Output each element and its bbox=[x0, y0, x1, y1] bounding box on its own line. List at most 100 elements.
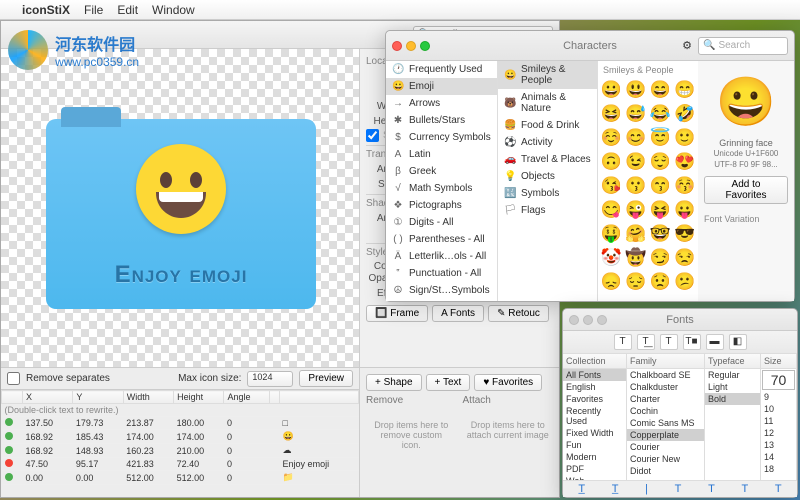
list-item[interactable]: Comic Sans MS bbox=[627, 417, 704, 429]
font-bottom-button[interactable]: T̲ bbox=[578, 483, 585, 495]
category-item[interactable]: ( )Parentheses - All bbox=[386, 231, 497, 248]
table-header[interactable]: Height bbox=[174, 391, 224, 404]
retouch-button[interactable]: ✎ Retouc bbox=[488, 305, 549, 322]
canvas[interactable]: Enjoy emoji bbox=[1, 49, 359, 367]
list-item[interactable]: Cochin bbox=[627, 405, 704, 417]
menu-window[interactable]: Window bbox=[152, 3, 195, 17]
list-item[interactable]: 14 bbox=[761, 451, 796, 463]
font-bottom-button[interactable]: T̲ bbox=[612, 483, 619, 495]
table-row[interactable]: 137.50179.73213.87180.000□ bbox=[2, 417, 359, 430]
list-item[interactable]: 12 bbox=[761, 427, 796, 439]
emoji-cell[interactable]: 🤡 bbox=[599, 246, 624, 270]
emoji-cell[interactable]: 😃 bbox=[624, 78, 649, 102]
emoji-cell[interactable]: 🙃 bbox=[599, 150, 624, 174]
list-item[interactable]: Bold bbox=[705, 393, 760, 405]
font-bottom-button[interactable]: T bbox=[741, 483, 748, 495]
frame-button[interactable]: 🔲 Frame bbox=[366, 305, 428, 322]
list-item[interactable]: Chalkboard SE bbox=[627, 369, 704, 381]
table-header[interactable] bbox=[269, 391, 280, 404]
list-item[interactable]: Favorites bbox=[563, 393, 626, 405]
menu-edit[interactable]: Edit bbox=[117, 3, 138, 17]
fonts-button[interactable]: A Fonts bbox=[432, 305, 484, 322]
menu-file[interactable]: File bbox=[84, 3, 103, 17]
subcategory-item[interactable]: 🚗Travel & Places bbox=[498, 151, 597, 168]
emoji-cell[interactable]: 😄 bbox=[648, 78, 673, 102]
font-tool-button[interactable]: T■ bbox=[683, 334, 701, 350]
text-layer[interactable]: Enjoy emoji bbox=[46, 261, 316, 289]
add-text-button[interactable]: + Text bbox=[426, 374, 471, 391]
emoji-cell[interactable]: 😞 bbox=[599, 270, 624, 294]
table-header[interactable]: Width bbox=[123, 391, 173, 404]
emoji-cell[interactable]: 😔 bbox=[624, 270, 649, 294]
category-item[interactable]: ☮Sign/St…Symbols bbox=[386, 282, 497, 299]
table-row[interactable]: 0.000.00512.00512.000📁 bbox=[2, 471, 359, 485]
list-item[interactable]: Copperplate bbox=[627, 429, 704, 441]
table-header[interactable]: X bbox=[23, 391, 73, 404]
favorites-button[interactable]: ♥ Favorites bbox=[474, 374, 542, 391]
emoji-cell[interactable]: ☺️ bbox=[599, 126, 624, 150]
font-tool-button[interactable]: T bbox=[614, 334, 632, 350]
category-item[interactable]: ✱Bullets/Stars bbox=[386, 112, 497, 129]
table-header[interactable]: Y bbox=[73, 391, 123, 404]
category-item[interactable]: ALatin bbox=[386, 146, 497, 163]
size-input[interactable]: 70 bbox=[762, 370, 795, 390]
font-bottom-button[interactable]: T bbox=[708, 483, 715, 495]
scale-checkbox[interactable] bbox=[366, 129, 379, 142]
font-tool-button[interactable]: ▬ bbox=[706, 334, 724, 350]
emoji-cell[interactable]: 😏 bbox=[648, 246, 673, 270]
emoji-cell[interactable]: 🤗 bbox=[624, 222, 649, 246]
category-item[interactable]: ①Digits - All bbox=[386, 214, 497, 231]
category-item[interactable]: 😀Emoji bbox=[386, 78, 497, 95]
emoji-cell[interactable]: 😀 bbox=[599, 78, 624, 102]
table-row[interactable]: 168.92185.43174.00174.000😀 bbox=[2, 430, 359, 444]
emoji-cell[interactable]: 😇 bbox=[648, 126, 673, 150]
category-item[interactable]: →Arrows bbox=[386, 95, 497, 112]
emoji-cell[interactable]: 😕 bbox=[673, 270, 698, 294]
emoji-cell[interactable]: 😘 bbox=[599, 174, 624, 198]
emoji-cell[interactable]: 😌 bbox=[648, 150, 673, 174]
list-item[interactable]: All Fonts bbox=[563, 369, 626, 381]
category-item[interactable]: ❖Pictographs bbox=[386, 197, 497, 214]
table-row[interactable]: 168.92148.93160.23210.000☁ bbox=[2, 444, 359, 458]
category-item[interactable]: βGreek bbox=[386, 163, 497, 180]
emoji-cell[interactable]: 😜 bbox=[624, 198, 649, 222]
table-row[interactable]: 47.5095.17421.8372.400Enjoy emoji bbox=[2, 458, 359, 471]
list-item[interactable]: Recently Used bbox=[563, 405, 626, 427]
font-tool-button[interactable]: T bbox=[660, 334, 678, 350]
category-item[interactable]: ÄLetterlik…ols - All bbox=[386, 248, 497, 265]
list-item[interactable]: Fun bbox=[563, 439, 626, 451]
list-item[interactable]: 9 bbox=[761, 391, 796, 403]
subcategory-item[interactable]: 🐻Animals & Nature bbox=[498, 89, 597, 117]
remove-dropzone[interactable]: Drop items here to remove custom icon. bbox=[366, 406, 457, 464]
emoji-cell[interactable]: 😝 bbox=[648, 198, 673, 222]
category-item[interactable]: ⌘Technic…Symbols bbox=[386, 299, 497, 301]
table-header[interactable] bbox=[280, 391, 359, 404]
family-list[interactable]: FamilyChalkboard SEChalkdusterCharterCoc… bbox=[627, 354, 705, 480]
emoji-cell[interactable]: 🤠 bbox=[624, 246, 649, 270]
list-item[interactable]: Modern bbox=[563, 451, 626, 463]
emoji-cell[interactable]: 😚 bbox=[673, 174, 698, 198]
subcategory-item[interactable]: ⚽Activity bbox=[498, 134, 597, 151]
emoji-cell[interactable]: 🙂 bbox=[673, 126, 698, 150]
list-item[interactable]: English bbox=[563, 381, 626, 393]
remove-separates-checkbox[interactable] bbox=[7, 372, 20, 385]
emoji-grid[interactable]: Smileys & People 😀😃😄😁😆😅😂🤣☺️😊😇🙂🙃😉😌😍😘😗😙😚😋😜… bbox=[598, 61, 698, 301]
app-name[interactable]: iconStiX bbox=[22, 3, 70, 17]
font-bottom-button[interactable]: T bbox=[775, 483, 782, 495]
emoji-cell[interactable]: 😋 bbox=[599, 198, 624, 222]
emoji-cell[interactable]: 😗 bbox=[624, 174, 649, 198]
attach-dropzone[interactable]: Drop items here to attach current image bbox=[463, 406, 554, 454]
add-favorites-button[interactable]: Add to Favorites bbox=[704, 176, 788, 204]
list-item[interactable]: Regular bbox=[705, 369, 760, 381]
list-item[interactable]: 18 bbox=[761, 463, 796, 475]
max-icon-select[interactable]: 1024 bbox=[247, 371, 293, 387]
subcategory-list[interactable]: 😀Smileys & People🐻Animals & Nature🍔Food … bbox=[498, 61, 598, 301]
list-item[interactable]: Courier New bbox=[627, 453, 704, 465]
emoji-cell[interactable]: 🤣 bbox=[673, 102, 698, 126]
emoji-layer[interactable] bbox=[136, 144, 226, 234]
subcategory-item[interactable]: 🏳Flags bbox=[498, 202, 597, 219]
emoji-cell[interactable]: 😒 bbox=[673, 246, 698, 270]
list-item[interactable]: Charter bbox=[627, 393, 704, 405]
emoji-cell[interactable]: 😂 bbox=[648, 102, 673, 126]
list-item[interactable]: Courier bbox=[627, 441, 704, 453]
